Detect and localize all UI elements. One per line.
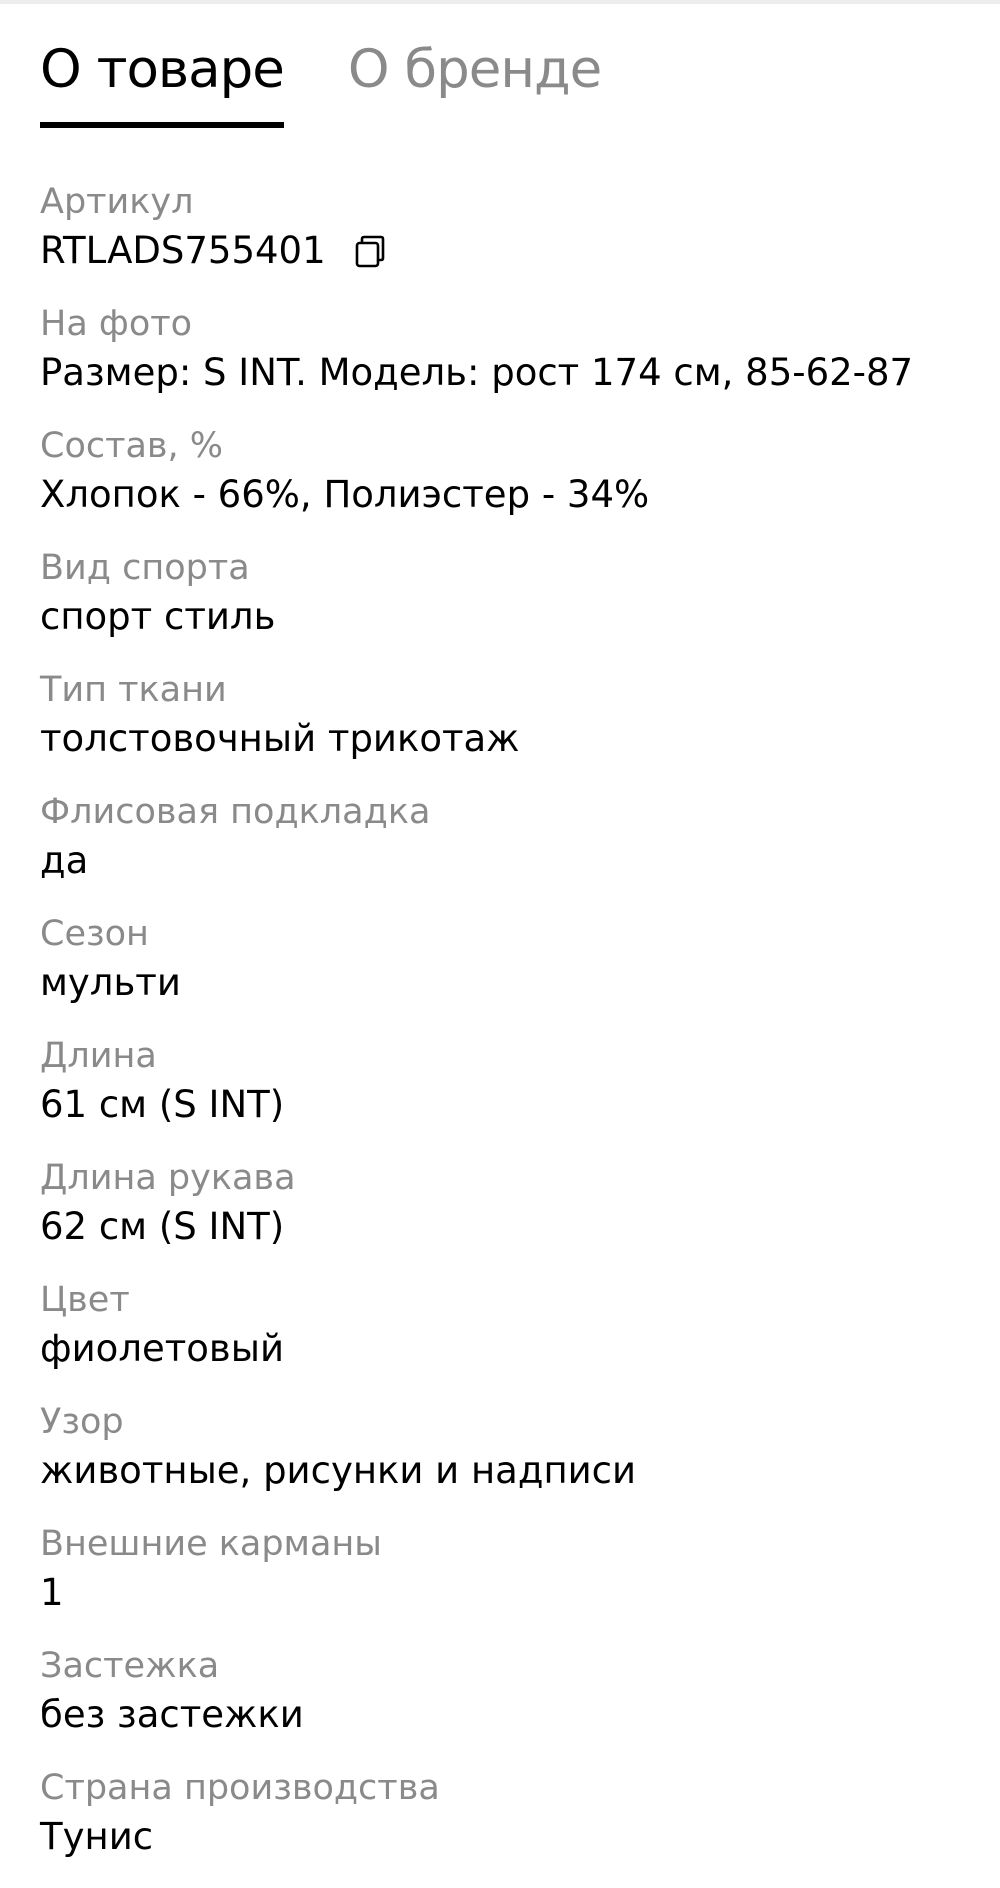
property-value: да xyxy=(40,839,89,882)
property-value: Хлопок - 66%, Полиэстер - 34% xyxy=(40,473,650,516)
property-country: Страна производства Тунис xyxy=(40,1766,980,1888)
property-value: спорт стиль xyxy=(40,595,276,638)
property-label: Цвет xyxy=(40,1280,130,1320)
property-label: Состав, % xyxy=(40,426,224,466)
property-sleeve-length: Длина рукава 62 см (S INT) xyxy=(40,1156,980,1278)
property-fleece-lining: Флисовая подкладка да xyxy=(40,790,980,912)
property-fabric-type: Тип ткани толстовочный трикотаж xyxy=(40,668,980,790)
top-divider xyxy=(0,0,1000,4)
property-value: фиолетовый xyxy=(40,1327,284,1370)
property-pattern: Узор животные, рисунки и надписи xyxy=(40,1400,980,1522)
property-fastener: Застежка без застежки xyxy=(40,1644,980,1766)
copy-icon xyxy=(355,235,384,268)
property-label: Вид спорта xyxy=(40,548,250,588)
property-value: 62 см (S INT) xyxy=(40,1205,285,1248)
tab-about-brand[interactable]: О бренде xyxy=(348,30,602,110)
property-value: 61 см (S INT) xyxy=(40,1083,285,1126)
property-season: Сезон мульти xyxy=(40,912,980,1034)
tab-bar: О товаре О бренде xyxy=(40,30,602,128)
property-label: Артикул xyxy=(40,182,194,222)
property-label: Внешние карманы xyxy=(40,1524,382,1564)
property-value: животные, рисунки и надписи xyxy=(40,1449,637,1492)
property-value-row: RTLADS755401 xyxy=(40,226,980,276)
property-sport-type: Вид спорта спорт стиль xyxy=(40,546,980,668)
property-value: 1 xyxy=(40,1571,64,1614)
property-article: Артикул RTLADS755401 xyxy=(40,180,980,302)
property-value: мульти xyxy=(40,961,181,1004)
property-label: На фото xyxy=(40,304,193,344)
property-label: Тип ткани xyxy=(40,670,227,710)
article-number: RTLADS755401 xyxy=(40,229,326,272)
property-color: Цвет фиолетовый xyxy=(40,1278,980,1400)
property-label: Длина xyxy=(40,1036,157,1076)
tab-about-product[interactable]: О товаре xyxy=(40,30,285,128)
property-value: Размер: S INT. Модель: рост 174 см, 85-6… xyxy=(40,351,914,394)
copy-article-button[interactable] xyxy=(352,233,388,269)
property-label: Флисовая подкладка xyxy=(40,792,431,832)
property-value: без застежки xyxy=(40,1693,304,1736)
property-label: Длина рукава xyxy=(40,1158,296,1198)
product-properties-list: Артикул RTLADS755401 На фото Размер: S I… xyxy=(40,180,980,1888)
property-length: Длина 61 см (S INT) xyxy=(40,1034,980,1156)
property-label: Узор xyxy=(40,1402,124,1442)
property-on-photo: На фото Размер: S INT. Модель: рост 174 … xyxy=(40,302,980,424)
property-external-pockets: Внешние карманы 1 xyxy=(40,1522,980,1644)
property-label: Сезон xyxy=(40,914,149,954)
property-composition: Состав, % Хлопок - 66%, Полиэстер - 34% xyxy=(40,424,980,546)
property-label: Страна производства xyxy=(40,1768,440,1808)
property-value: Тунис xyxy=(40,1815,154,1858)
property-value: толстовочный трикотаж xyxy=(40,717,520,760)
property-label: Застежка xyxy=(40,1646,220,1686)
